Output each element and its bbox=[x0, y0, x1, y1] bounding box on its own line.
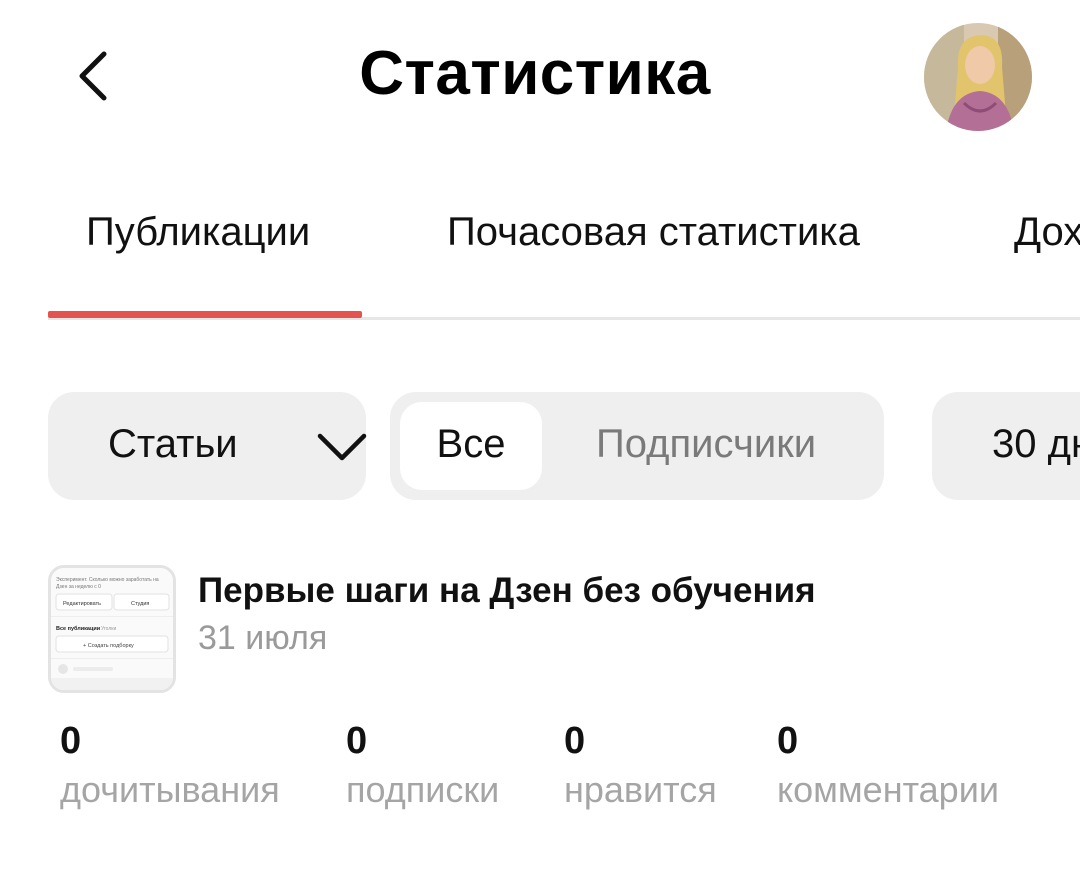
publication-item[interactable]: Эксперимент. Сколько можно заработать на… bbox=[48, 565, 1048, 695]
tab-publications[interactable]: Публикации bbox=[86, 210, 310, 255]
publication-date: 31 июля bbox=[198, 619, 328, 657]
stat-comments-value: 0 bbox=[777, 720, 799, 762]
publication-thumbnail: Эксперимент. Сколько можно заработать на… bbox=[48, 565, 176, 693]
stat-reads-value: 0 bbox=[60, 720, 82, 762]
user-avatar-image bbox=[924, 23, 1032, 131]
audience-option-all[interactable]: Все bbox=[400, 402, 542, 490]
tab-bar: Публикации Почасовая статистика Дох bbox=[0, 190, 1080, 320]
active-tab-indicator bbox=[48, 311, 362, 318]
thumb-studio-btn: Студия bbox=[131, 601, 149, 607]
content-type-dropdown[interactable]: Статьи bbox=[48, 392, 367, 500]
thumbnail-image: Эксперимент. Сколько можно заработать на… bbox=[51, 568, 173, 690]
thumb-create: + Создать подборку bbox=[83, 643, 134, 649]
stat-comments-label: комментарии bbox=[777, 769, 999, 810]
thumb-cols: Уголки bbox=[101, 626, 116, 632]
audience-option-subscribers[interactable]: Подписчики bbox=[596, 422, 816, 467]
stat-likes-label: нравится bbox=[564, 769, 717, 810]
audience-option-all-label: Все bbox=[436, 422, 506, 466]
tab-income[interactable]: Дох bbox=[1014, 210, 1080, 255]
stat-subscriptions: 0 подписки bbox=[346, 720, 499, 811]
thumb-edit-btn: Редактировать bbox=[63, 601, 101, 607]
stat-likes: 0 нравится bbox=[564, 720, 717, 811]
publication-title: Первые шаги на Дзен без обучения bbox=[198, 571, 816, 610]
stat-subscriptions-label: подписки bbox=[346, 769, 500, 810]
filter-bar: Статьи Все Подписчики 30 дн bbox=[0, 392, 1080, 500]
stat-reads: 0 дочитывания bbox=[60, 720, 280, 811]
content-type-label: Статьи bbox=[108, 422, 238, 466]
page-title: Статистика bbox=[359, 39, 711, 108]
period-dropdown[interactable]: 30 дн bbox=[932, 392, 1080, 500]
stat-comments: 0 комментарии bbox=[777, 720, 999, 811]
audience-segmented-control: Все Подписчики bbox=[390, 392, 884, 500]
chevron-down-icon bbox=[317, 433, 367, 461]
publication-stats: 0 дочитывания 0 подписки 0 нравится 0 ко… bbox=[0, 720, 1080, 830]
avatar[interactable] bbox=[924, 23, 1032, 131]
thumb-all-pubs: Все публикации bbox=[56, 625, 100, 632]
header: Статистика bbox=[0, 0, 1080, 150]
thumb-text-2: Дзен за неделю с 0 bbox=[56, 584, 101, 590]
stat-subscriptions-value: 0 bbox=[346, 720, 368, 762]
period-label: 30 дн bbox=[992, 422, 1080, 466]
tab-hourly-stats[interactable]: Почасовая статистика bbox=[447, 210, 860, 255]
thumb-text-1: Эксперимент. Сколько можно заработать на bbox=[56, 577, 159, 583]
stat-reads-label: дочитывания bbox=[60, 769, 280, 810]
stat-likes-value: 0 bbox=[564, 720, 586, 762]
